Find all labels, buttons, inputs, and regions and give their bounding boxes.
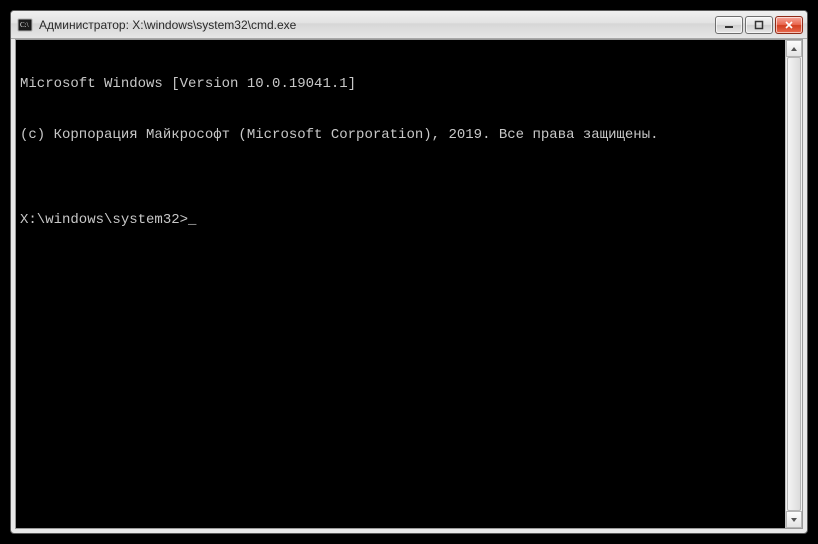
client-area: Microsoft Windows [Version 10.0.19041.1]… [15,39,803,529]
scroll-up-button[interactable] [786,40,802,57]
output-line: Microsoft Windows [Version 10.0.19041.1] [20,76,781,93]
window-controls [715,16,803,34]
cmd-icon: C:\ [17,17,33,33]
svg-text:C:\: C:\ [20,21,29,29]
prompt-row: X:\windows\system32> [20,212,781,229]
terminal-output[interactable]: Microsoft Windows [Version 10.0.19041.1]… [16,40,785,528]
cmd-window: C:\ Администратор: X:\windows\system32\c… [10,10,808,534]
scroll-track[interactable] [786,57,802,511]
maximize-button[interactable] [745,16,773,34]
window-title: Администратор: X:\windows\system32\cmd.e… [39,18,715,32]
close-button[interactable] [775,16,803,34]
cursor [188,212,196,229]
titlebar[interactable]: C:\ Администратор: X:\windows\system32\c… [11,11,807,39]
vertical-scrollbar[interactable] [785,40,802,528]
scroll-down-button[interactable] [786,511,802,528]
minimize-button[interactable] [715,16,743,34]
prompt-text: X:\windows\system32> [20,212,188,229]
output-line: (c) Корпорация Майкрософт (Microsoft Cor… [20,127,781,144]
scroll-thumb[interactable] [787,57,801,511]
